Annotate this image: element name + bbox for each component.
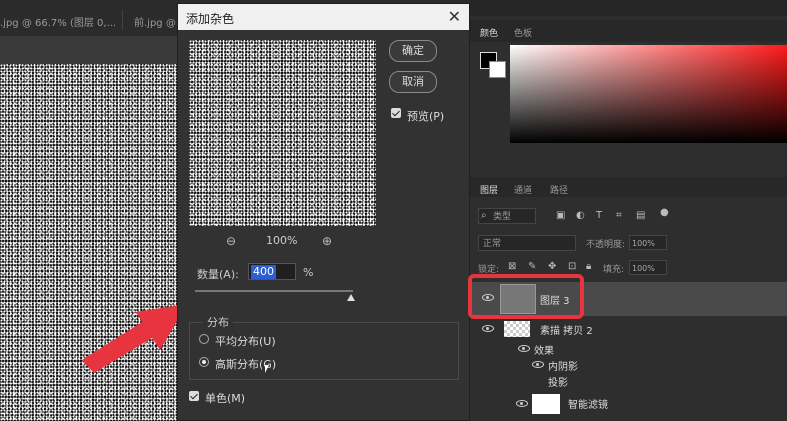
effect-drop-shadow[interactable]: 投影 <box>548 374 568 389</box>
uniform-label[interactable]: 平均分布(U) <box>215 333 276 349</box>
uniform-radio[interactable] <box>199 334 209 344</box>
effects-label[interactable]: 效果 <box>534 342 554 357</box>
amount-unit: % <box>303 266 314 279</box>
amount-label: 数量(A): <box>197 268 239 281</box>
layer-thumbnail <box>504 321 530 337</box>
blend-row: 正常 不透明度: 100% <box>470 233 787 253</box>
pixel-filter-icon[interactable]: ▣ <box>556 210 565 221</box>
eye-icon[interactable] <box>482 325 494 332</box>
shape-filter-icon[interactable]: ⌗ <box>616 210 622 221</box>
eye-icon[interactable] <box>532 361 544 368</box>
amount-input[interactable]: 400 <box>248 263 296 280</box>
eye-icon[interactable] <box>518 345 530 352</box>
color-picker-field[interactable] <box>510 45 787 143</box>
eye-icon[interactable] <box>516 400 528 407</box>
filter-toggle-icon[interactable]: ● <box>660 207 669 218</box>
add-noise-dialog: 添加杂色 ✕ ⊖ 100% ⊕ 确定 取消 预览(P) 数量(A): 400 %… <box>177 3 470 421</box>
tab-color[interactable]: 颜色 <box>480 26 498 39</box>
cancel-button[interactable]: 取消 <box>389 71 437 93</box>
amount-value: 400 <box>251 265 276 279</box>
layer-name[interactable]: 素描 拷贝 2 <box>540 322 593 337</box>
annotation-arrow <box>82 304 187 373</box>
tab-channels[interactable]: 通道 <box>514 183 532 196</box>
tab-layers[interactable]: 图层 <box>480 183 498 196</box>
layers-panel-tabs: 图层 通道 路径 <box>470 177 787 197</box>
right-panels: 颜色 色板 图层 通道 路径 类型 ⌕ ▣ ◐ T ⌗ ▤ ● 正常 不透明度:… <box>470 0 787 421</box>
distribution-label: 分布 <box>203 314 233 330</box>
opacity-input[interactable]: 100% <box>629 235 667 250</box>
background-color-swatch[interactable] <box>489 61 506 78</box>
close-icon[interactable]: ✕ <box>448 7 461 26</box>
lock-pixels-icon[interactable]: ✎ <box>528 261 536 272</box>
preview-label: 预览(P) <box>407 110 445 123</box>
tab-swatches[interactable]: 色板 <box>514 26 532 39</box>
panel-top-strip <box>470 0 787 16</box>
lock-position-icon[interactable]: ✥ <box>548 261 556 272</box>
lock-transparent-icon[interactable]: ⊠ <box>508 261 516 272</box>
tab-paths[interactable]: 路径 <box>550 183 568 196</box>
fill-input[interactable]: 100% <box>629 260 667 275</box>
zoom-level: 100% <box>266 234 298 247</box>
type-filter-icon[interactable]: T <box>596 210 602 221</box>
color-panel-tabs: 颜色 色板 <box>470 20 787 42</box>
tab-divider <box>122 10 123 30</box>
preview-checkbox[interactable] <box>391 108 401 118</box>
document-tab-1[interactable]: .jpg @ 66.7% (图层 0,... <box>0 14 116 29</box>
smart-filters-label[interactable]: 智能滤镜 <box>568 396 608 411</box>
search-icon: ⌕ <box>481 210 487 221</box>
noise-preview[interactable] <box>189 40 376 226</box>
filter-type-label: 类型 <box>493 212 512 222</box>
dialog-title-bar[interactable]: 添加杂色 ✕ <box>178 4 469 30</box>
blend-mode-select[interactable]: 正常 <box>478 235 576 251</box>
gaussian-radio[interactable] <box>199 357 209 367</box>
opacity-label: 不透明度: <box>586 240 626 250</box>
zoom-out-icon[interactable]: ⊖ <box>226 234 238 248</box>
fill-label: 填充: <box>603 265 625 275</box>
lock-all-icon[interactable]: 🔒︎ <box>586 261 591 272</box>
monochrome-checkbox[interactable] <box>189 391 199 401</box>
amount-slider-thumb[interactable] <box>347 294 355 301</box>
lock-artboard-icon[interactable]: ⊡ <box>568 261 576 272</box>
smart-object-filter-icon[interactable]: ▤ <box>636 210 645 221</box>
highlight-box <box>468 274 584 319</box>
effect-inner-shadow[interactable]: 内阴影 <box>548 358 578 373</box>
zoom-in-icon[interactable]: ⊕ <box>322 234 332 248</box>
layer-filter-select[interactable]: 类型 <box>478 208 536 224</box>
monochrome-label[interactable]: 单色(M) <box>205 390 245 406</box>
dialog-title: 添加杂色 <box>186 12 235 26</box>
filter-mask-thumbnail <box>532 394 560 414</box>
mouse-cursor-icon <box>265 365 269 373</box>
layer-filter-row: 类型 ⌕ ▣ ◐ T ⌗ ▤ ● <box>470 205 787 227</box>
ok-button[interactable]: 确定 <box>389 40 437 62</box>
adjustment-filter-icon[interactable]: ◐ <box>576 210 585 221</box>
amount-slider[interactable] <box>195 290 353 292</box>
